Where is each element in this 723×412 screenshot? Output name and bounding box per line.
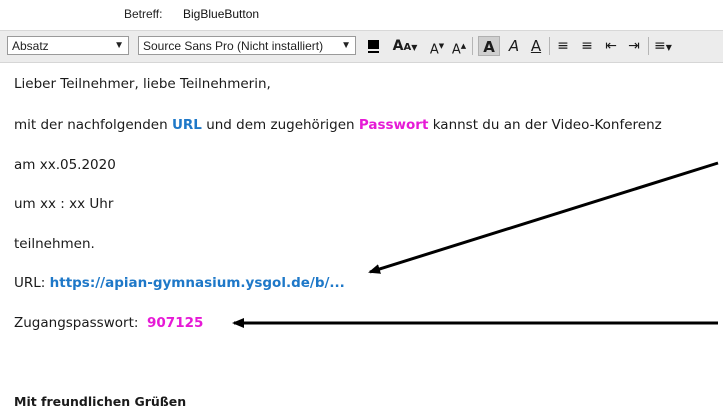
annotation-arrows xyxy=(232,161,719,328)
arrow-to-url xyxy=(368,161,719,274)
